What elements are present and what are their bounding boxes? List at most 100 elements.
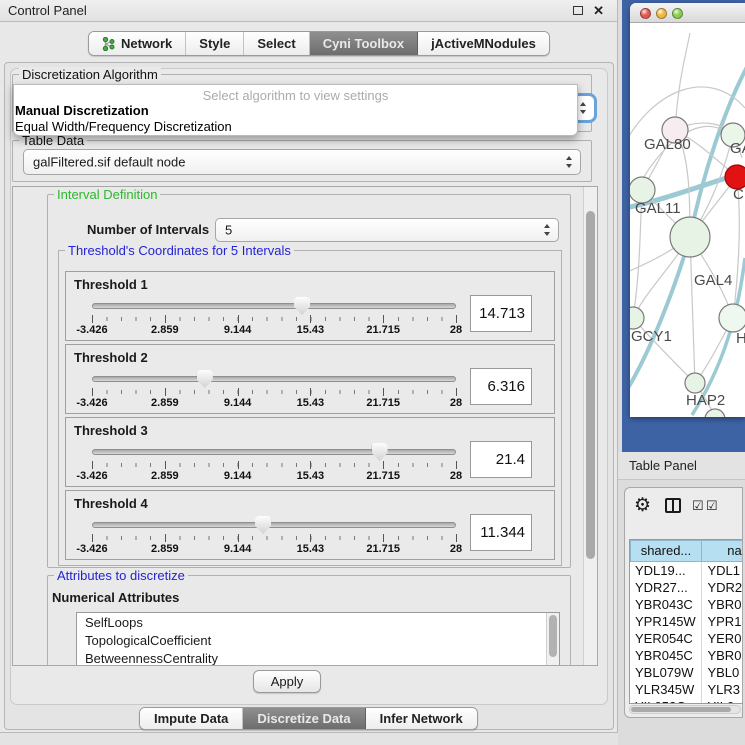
tab-infer-network[interactable]: Infer Network (366, 708, 477, 729)
threshold-1-slider[interactable]: -3.426 2.859 9.144 15.43 21.715 28 (92, 296, 456, 340)
scale-label: 9.144 (224, 470, 252, 482)
node-gcy1[interactable] (630, 307, 644, 329)
list-scrollbar[interactable] (546, 613, 559, 666)
scrollbar-thumb[interactable] (586, 211, 595, 559)
cell[interactable]: YDL1 (702, 562, 743, 579)
tab-discretize-data[interactable]: Discretize Data (243, 708, 365, 729)
cell[interactable]: YLR3 (702, 681, 743, 698)
cell[interactable]: YBL079W (630, 664, 702, 681)
table-row[interactable]: YBL079WYBL0 (630, 664, 743, 681)
settings-scrollbar[interactable] (583, 187, 597, 665)
node-label-partial-c: C (733, 186, 744, 203)
cell[interactable]: YDL19... (630, 562, 702, 579)
zoom-traffic-light-icon[interactable] (672, 8, 683, 19)
threshold-3-label: Threshold 3 (74, 423, 148, 438)
threshold-2-label: Threshold 2 (74, 350, 148, 365)
checkbox-icon[interactable]: ☑ (692, 498, 704, 514)
cell[interactable]: YBR0 (702, 596, 743, 613)
number-of-intervals-value: 5 (225, 223, 232, 238)
cell[interactable]: YER0 (702, 630, 743, 647)
cell[interactable]: YBR043C (630, 596, 702, 613)
float-window-icon[interactable] (573, 6, 583, 15)
table-row[interactable]: YBR043CYBR0 (630, 596, 743, 613)
slider-track[interactable] (92, 522, 456, 528)
number-of-intervals-combobox[interactable]: 5 (215, 218, 559, 242)
table-row[interactable]: YIL052CYIL0 (630, 698, 743, 703)
column-header-shared-name[interactable]: shared... (630, 540, 702, 562)
list-item[interactable]: SelfLoops (77, 613, 559, 631)
cell[interactable]: YBR045C (630, 647, 702, 664)
node-h[interactable] (719, 304, 745, 332)
scale-label: 15.43 (297, 543, 325, 555)
scale-label: 2.859 (151, 470, 179, 482)
scale-label: 28 (450, 324, 462, 336)
threshold-1-value-field[interactable] (470, 295, 532, 332)
network-canvas[interactable]: GAL80 GA C GAL11 GAL4 GCY1 H HAP2 (630, 23, 745, 417)
split-columns-icon[interactable] (665, 498, 681, 513)
slider-track[interactable] (92, 376, 456, 382)
dropdown-option-equal-width[interactable]: Equal Width/Frequency Discretization (15, 119, 232, 134)
threshold-3-slider[interactable]: -3.426 2.859 9.144 15.43 21.715 28 (92, 442, 456, 486)
table-horizontal-scrollbar[interactable] (629, 705, 741, 714)
threshold-4-slider[interactable]: -3.426 2.859 9.144 15.43 21.715 28 (92, 515, 456, 559)
slider-thumb[interactable] (294, 297, 310, 315)
cell[interactable]: YPR1 (702, 613, 743, 630)
minimize-traffic-light-icon[interactable] (656, 8, 667, 19)
network-view-frame: GAL80 GA C GAL11 GAL4 GCY1 H HAP2 (622, 0, 745, 452)
tab-style[interactable]: Style (186, 32, 244, 55)
cell[interactable]: YBL0 (702, 664, 743, 681)
table-row[interactable]: YLR345WYLR3 (630, 681, 743, 698)
slider-thumb[interactable] (255, 516, 271, 534)
list-item[interactable]: TopologicalCoefficient (77, 631, 559, 649)
scrollbar-thumb[interactable] (549, 615, 557, 657)
cell[interactable]: YER054C (630, 630, 702, 647)
tab-network[interactable]: Network (89, 32, 186, 55)
dropdown-option-manual[interactable]: Manual Discretization (15, 103, 149, 118)
table-row[interactable]: YPR145WYPR1 (630, 613, 743, 630)
close-traffic-light-icon[interactable] (640, 8, 651, 19)
cell[interactable]: YDR2 (702, 579, 743, 596)
table-row[interactable]: YER054CYER0 (630, 630, 743, 647)
checkbox-icon[interactable]: ☑ (706, 498, 718, 514)
table-row[interactable]: YDR27...YDR2 (630, 579, 743, 596)
numerical-attributes-label: Numerical Attributes (52, 590, 179, 605)
table-row[interactable]: YBR045CYBR0 (630, 647, 743, 664)
network-nodes[interactable] (630, 117, 745, 417)
table-data-combobox-value: galFiltered.sif default node (33, 155, 185, 170)
scale-label: 15.43 (297, 324, 325, 336)
numerical-attributes-list[interactable]: SelfLoops TopologicalCoefficient Between… (76, 612, 560, 666)
bottom-tabbar: Impute Data Discretize Data Infer Networ… (139, 707, 478, 730)
threshold-2-slider[interactable]: -3.426 2.859 9.144 15.43 21.715 28 (92, 369, 456, 413)
slider-track[interactable] (92, 449, 456, 455)
cell[interactable]: YIL0 (702, 698, 743, 703)
node-hap2[interactable] (685, 373, 705, 393)
tab-cyni-toolbox[interactable]: Cyni Toolbox (310, 32, 418, 55)
panel-title: Control Panel (8, 3, 87, 18)
close-icon[interactable]: ✕ (593, 3, 604, 19)
scrollbar-thumb[interactable] (631, 707, 731, 712)
cell[interactable]: YLR345W (630, 681, 702, 698)
tab-select[interactable]: Select (244, 32, 309, 55)
slider-thumb[interactable] (197, 370, 213, 388)
table-data-combobox[interactable]: galFiltered.sif default node (23, 149, 581, 175)
column-header-name[interactable]: na (702, 540, 743, 562)
slider-thumb[interactable] (372, 443, 388, 461)
node-partial-bottom[interactable] (705, 409, 725, 417)
threshold-3-value-field[interactable] (470, 441, 532, 478)
gear-icon[interactable]: ⚙ (634, 494, 651, 517)
cell[interactable]: YPR145W (630, 613, 702, 630)
slider-track[interactable] (92, 303, 456, 309)
cell[interactable]: YDR27... (630, 579, 702, 596)
threshold-2-value-field[interactable] (470, 368, 532, 405)
tab-jactivemnodules[interactable]: jActiveMNodules (418, 32, 549, 55)
tab-impute-data[interactable]: Impute Data (140, 708, 243, 729)
scale-label: 21.715 (366, 397, 400, 409)
scale-label: -3.426 (76, 324, 107, 336)
list-item[interactable]: BetweennessCentrality (77, 649, 559, 666)
cell[interactable]: YBR0 (702, 647, 743, 664)
table-row[interactable]: YDL19...YDL1 (630, 562, 743, 579)
apply-button[interactable]: Apply (253, 670, 321, 693)
threshold-4-value-field[interactable] (470, 514, 532, 551)
cell[interactable]: YIL052C (630, 698, 702, 703)
node-gal4[interactable] (670, 217, 710, 257)
